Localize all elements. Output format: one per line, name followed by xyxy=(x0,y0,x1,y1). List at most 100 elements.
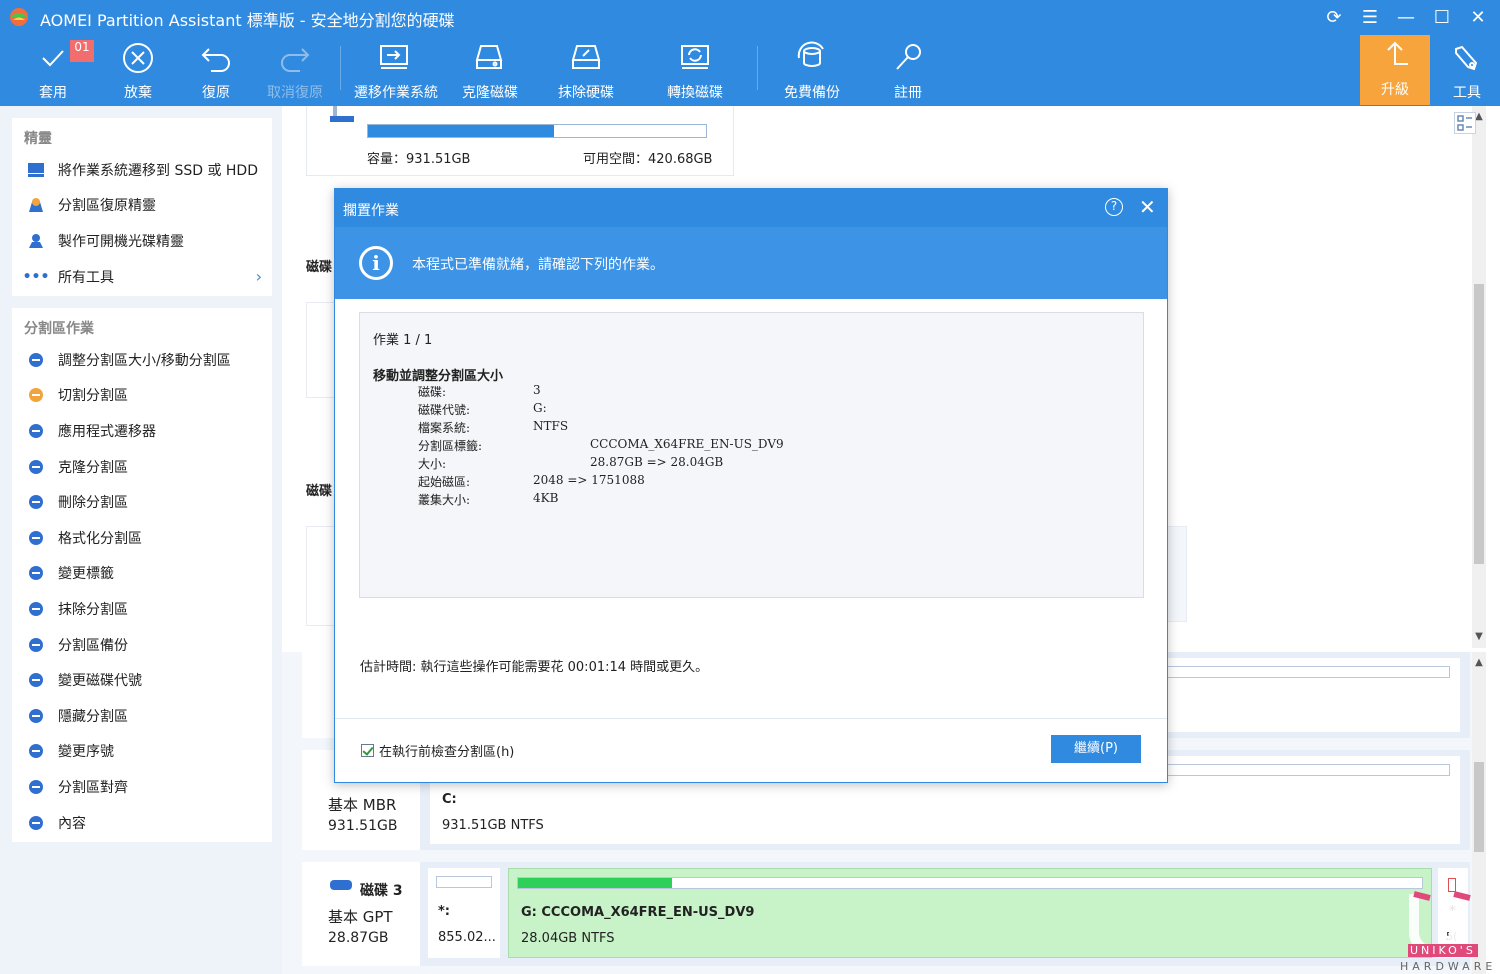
operation-key: 磁碟: xyxy=(418,385,447,399)
sidebar-item-hide[interactable]: 隱藏分割區 xyxy=(12,698,272,734)
sidebar-item-label: 隱藏分割區 xyxy=(58,708,128,725)
serial-icon xyxy=(26,741,46,761)
window-title: AOMEI Partition Assistant 標準版 - 安全地分割您的硬… xyxy=(40,11,455,30)
close-window-button[interactable]: ✕ xyxy=(1462,4,1494,30)
sidebar-item-label: 製作可開機光碟精靈 xyxy=(58,233,184,250)
refresh-icon[interactable]: ⟳ xyxy=(1318,4,1350,30)
discard-icon xyxy=(123,43,153,73)
upper-scrollbar[interactable]: ▲ ▼ xyxy=(1472,106,1486,648)
operation-key: 磁碟代號: xyxy=(418,403,471,417)
disk-type: 基本 GPT xyxy=(328,908,393,926)
minimize-button[interactable]: — xyxy=(1390,4,1422,30)
dialog-title: 擱置作業 xyxy=(343,203,399,219)
sidebar-item-label: 變更磁碟代號 xyxy=(58,673,142,690)
apply-button[interactable]: 套用 01 xyxy=(13,38,94,102)
partition-ops-title: 分割區作業 xyxy=(24,321,94,337)
scroll-down-icon[interactable]: ▼ xyxy=(1472,630,1486,644)
sidebar-item-drive-letter[interactable]: 變更磁碟代號 xyxy=(12,662,272,698)
migrate-os-button[interactable]: 遷移作業系統 xyxy=(354,38,438,102)
scroll-thumb[interactable] xyxy=(1474,284,1484,564)
sidebar-item-backup[interactable]: 分割區備份 xyxy=(12,627,272,663)
title-bar: AOMEI Partition Assistant 標準版 - 安全地分割您的硬… xyxy=(0,0,1500,34)
operation-key: 叢集大小: xyxy=(418,493,471,507)
discard-button[interactable]: 放棄 xyxy=(98,38,178,102)
partition-ops-panel: 分割區作業 調整分割區大小/移動分割區切割分割區應用程式遷移器 克隆分割區刪除分割… xyxy=(12,308,272,842)
sidebar-item-format[interactable]: 格式化分割區 xyxy=(12,520,272,556)
sidebar-item-serial[interactable]: 變更序號 xyxy=(12,734,272,770)
upgrade-button[interactable]: 升級 xyxy=(1360,35,1430,105)
backup-icon xyxy=(26,635,46,655)
view-toggle-icon[interactable] xyxy=(1454,112,1476,134)
estimated-time: 估計時間: 執行這些操作可能需要花 00:01:14 時間或更久。 xyxy=(360,660,709,675)
menu-icon[interactable]: ☰ xyxy=(1354,4,1386,30)
unallocated-partition-block[interactable]: *: 855.02... xyxy=(428,868,500,958)
undo-label: 復原 xyxy=(202,85,230,101)
operation-value: CCCOMA_X64FRE_EN-US_DV9 xyxy=(590,437,784,451)
align-icon xyxy=(26,777,46,797)
wrench-icon xyxy=(1455,45,1478,71)
disk-label-partial: 磁碟 xyxy=(306,260,333,275)
clone-disk-label: 克隆磁碟 xyxy=(462,85,518,101)
sidebar-item-all-tools[interactable]: ••• 所有工具 › xyxy=(12,259,272,295)
sidebar-item-label: 將作業系統遷移到 SSD 或 HDD xyxy=(58,162,258,179)
close-icon[interactable]: ✕ xyxy=(1139,195,1156,219)
wipe-disk-button[interactable]: 抹除硬碟 xyxy=(546,38,626,102)
disk-row[interactable]: 磁碟 3 基本 GPT 28.87GB *: 855.02... G: CCCO… xyxy=(302,862,1470,966)
check-partition-option[interactable]: 在執行前檢查分割區(h) xyxy=(361,741,514,760)
partition-label: G: CCCOMA_X64FRE_EN-US_DV9 xyxy=(521,905,755,920)
sidebar-item-resize[interactable]: 調整分割區大小/移動分割區 xyxy=(12,342,272,378)
register-label: 註冊 xyxy=(894,85,922,101)
sidebar-item-partition-recovery[interactable]: 分割區復原精靈 xyxy=(12,188,272,224)
free-backup-button[interactable]: 免費備份 xyxy=(772,38,852,102)
operation-key: 大小: xyxy=(418,457,447,471)
migrate-os-icon xyxy=(380,45,408,69)
sidebar-item-label: 切割分割區 xyxy=(58,388,128,405)
operation-value: 28.87GB => 28.04GB xyxy=(590,455,724,469)
sidebar-item-clone-partition[interactable]: 克隆分割區 xyxy=(12,449,272,485)
operation-key: 檔案系統: xyxy=(418,421,471,435)
sidebar-item-label: 刪除分割區 xyxy=(58,495,128,512)
discard-label: 放棄 xyxy=(124,85,152,101)
scroll-up-icon[interactable]: ▲ xyxy=(1472,656,1486,670)
sidebar-item-app-mover[interactable]: 應用程式遷移器 xyxy=(12,413,272,449)
redo-button[interactable]: 取消復原 xyxy=(255,38,335,102)
maximize-button[interactable]: ☐ xyxy=(1426,4,1458,30)
undo-button[interactable]: 復原 xyxy=(176,38,256,102)
help-icon[interactable]: ? xyxy=(1105,198,1123,216)
disk-info: 磁碟 3 基本 GPT 28.87GB xyxy=(302,862,420,966)
convert-disk-button[interactable]: 轉換磁碟 xyxy=(655,38,735,102)
sidebar-item-split[interactable]: 切割分割區 xyxy=(12,378,272,414)
sidebar-item-bootable-media[interactable]: 製作可開機光碟精靈 xyxy=(12,223,272,259)
split-icon xyxy=(26,385,46,405)
tools-button[interactable]: 工具 xyxy=(1427,38,1500,102)
sidebar-item-info[interactable]: 內容 xyxy=(12,805,272,841)
sidebar-item-label: 分割區對齊 xyxy=(58,779,128,796)
usb-disk-icon xyxy=(330,880,352,890)
pending-count-badge: 01 xyxy=(70,40,94,62)
sidebar-item-wipe[interactable]: 抹除分割區 xyxy=(12,591,272,627)
register-button[interactable]: 註冊 xyxy=(868,38,948,102)
operation-value: G: xyxy=(533,401,547,415)
partition-meta: 855.02... xyxy=(438,930,496,945)
watermark-line1: UNIKO'S xyxy=(1408,944,1478,957)
operation-key: 分割區標籤: xyxy=(418,439,483,453)
sidebar-item-delete[interactable]: 刪除分割區 xyxy=(12,484,272,520)
wipe-disk-label: 抹除硬碟 xyxy=(558,85,614,101)
backup-icon xyxy=(797,41,824,67)
clone-disk-button[interactable]: 克隆磁碟 xyxy=(450,38,530,102)
continue-button[interactable]: 繼續(P) xyxy=(1051,735,1141,763)
more-icon: ••• xyxy=(22,268,50,285)
convert-disk-icon xyxy=(681,45,709,69)
sidebar-item-align[interactable]: 分割區對齊 xyxy=(12,769,272,805)
sidebar-item-migrate-os[interactable]: 將作業系統遷移到 SSD 或 HDD xyxy=(12,152,272,188)
partition-recovery-icon xyxy=(26,195,46,215)
disk-name: 磁碟 3 xyxy=(360,883,403,899)
selected-partition-block[interactable]: G: CCCOMA_X64FRE_EN-US_DV9 28.04GB NTFS xyxy=(508,868,1432,958)
operation-value: NTFS xyxy=(533,419,569,433)
scroll-thumb[interactable] xyxy=(1474,762,1484,852)
check-partition-checkbox[interactable] xyxy=(361,744,374,757)
sidebar-item-label[interactable]: 變更標籤 xyxy=(12,556,272,592)
sidebar-item-label: 內容 xyxy=(58,815,86,832)
usage-bar xyxy=(517,877,1423,889)
format-icon xyxy=(26,528,46,548)
